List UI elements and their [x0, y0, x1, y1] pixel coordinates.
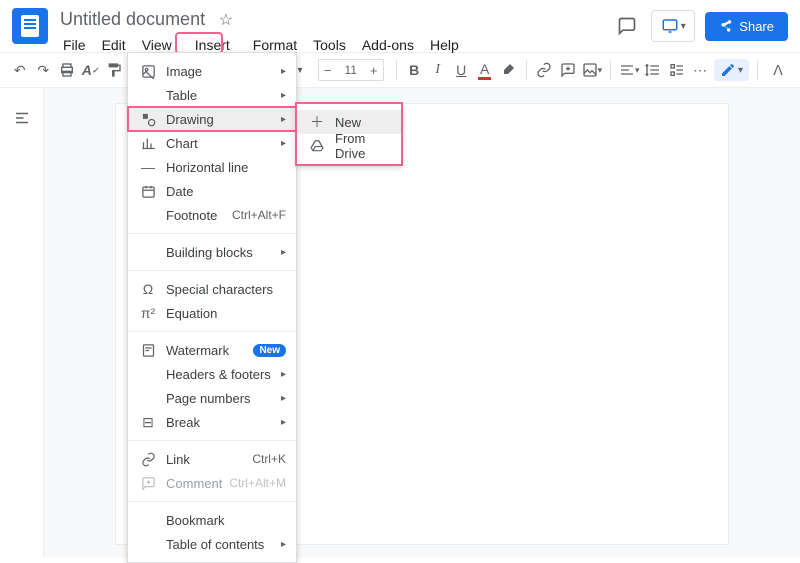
insert-menu: Image ▸ Table ▸ Drawing ▸ Chart ▸ — Hori… — [127, 52, 297, 563]
menu-item-horizontal-line[interactable]: — Horizontal line — [128, 155, 296, 179]
redo-button[interactable]: ↷ — [33, 58, 52, 82]
insert-comment-button[interactable] — [558, 58, 577, 82]
drive-icon — [307, 139, 327, 153]
insert-link-button[interactable] — [535, 58, 554, 82]
docs-logo-icon[interactable] — [12, 8, 48, 44]
separator — [610, 60, 611, 80]
submenu-arrow-icon: ▸ — [281, 539, 286, 550]
submenu-arrow-icon: ▸ — [281, 393, 286, 404]
menu-divider — [128, 440, 296, 441]
submenu-arrow-icon: ▸ — [281, 417, 286, 428]
submenu-item-from-drive[interactable]: From Drive — [297, 134, 401, 158]
menu-divider — [128, 501, 296, 502]
menu-item-table[interactable]: Table ▸ — [128, 83, 296, 107]
editing-mode-button[interactable]: ▾ — [714, 59, 749, 81]
bold-button[interactable]: B — [405, 58, 424, 82]
comment-history-icon[interactable] — [613, 12, 641, 40]
title-area: Untitled document ☆ File Edit View Inser… — [56, 8, 613, 55]
header-right: ▾ Share — [613, 8, 788, 44]
outline-icon[interactable] — [8, 104, 36, 132]
share-button[interactable]: Share — [705, 12, 788, 41]
menu-item-image[interactable]: Image ▸ — [128, 59, 296, 83]
text-color-button[interactable]: A — [475, 58, 494, 82]
drawing-submenu: ＋ New From Drive — [296, 103, 402, 165]
more-button[interactable]: ⋯ — [690, 58, 709, 82]
pi-icon: π² — [138, 305, 158, 321]
new-badge: New — [253, 344, 286, 357]
image-icon — [138, 64, 158, 79]
underline-button[interactable]: U — [451, 58, 470, 82]
checklist-button[interactable] — [667, 58, 686, 82]
menu-item-chart[interactable]: Chart ▸ — [128, 131, 296, 155]
plus-icon: ＋ — [307, 112, 327, 132]
menu-item-link[interactable]: Link Ctrl+K — [128, 447, 296, 471]
undo-button[interactable]: ↶ — [10, 58, 29, 82]
menu-file[interactable]: File — [56, 35, 93, 55]
submenu-arrow-icon: ▸ — [281, 66, 286, 77]
collapse-toolbar-icon[interactable]: ᐱ — [766, 58, 790, 82]
menu-tools[interactable]: Tools — [306, 35, 353, 55]
document-title[interactable]: Untitled document — [56, 8, 209, 31]
break-icon: ⊟ — [138, 414, 158, 431]
insert-image-button[interactable]: ▾ — [582, 58, 603, 82]
print-button[interactable] — [57, 58, 76, 82]
menu-divider — [128, 331, 296, 332]
menu-addons[interactable]: Add-ons — [355, 35, 421, 55]
italic-button[interactable]: I — [428, 58, 447, 82]
watermark-icon — [138, 343, 158, 358]
submenu-arrow-icon: ▸ — [281, 247, 286, 258]
line-spacing-button[interactable] — [643, 58, 662, 82]
paint-format-button[interactable] — [104, 58, 123, 82]
menu-item-break[interactable]: ⊟ Break ▸ — [128, 410, 296, 434]
font-size-increase[interactable]: + — [365, 63, 383, 78]
menu-item-page-numbers[interactable]: Page numbers ▸ — [128, 386, 296, 410]
submenu-arrow-icon: ▸ — [281, 369, 286, 380]
left-rail — [0, 88, 44, 557]
menu-item-equation[interactable]: π² Equation — [128, 301, 296, 325]
font-size-value[interactable]: 11 — [337, 63, 365, 77]
comment-icon — [138, 476, 158, 491]
horizontal-line-icon: — — [138, 159, 158, 175]
font-size-decrease[interactable]: − — [319, 63, 337, 78]
submenu-arrow-icon: ▸ — [281, 138, 286, 149]
menu-item-special-characters[interactable]: Ω Special characters — [128, 277, 296, 301]
menu-item-toc[interactable]: Table of contents ▸ — [128, 532, 296, 556]
submenu-arrow-icon: ▸ — [281, 114, 286, 125]
align-button[interactable]: ▾ — [619, 58, 640, 82]
link-icon — [138, 452, 158, 467]
toolbar: ↶ ↷ A✓ ▾ − 11 + B I U A ▾ ▾ ⋯ — [0, 52, 800, 88]
share-label: Share — [739, 19, 774, 34]
submenu-arrow-icon: ▸ — [281, 90, 286, 101]
highlight-color-button[interactable] — [498, 58, 517, 82]
menu-divider — [128, 233, 296, 234]
app-header: Untitled document ☆ File Edit View Inser… — [0, 0, 800, 52]
menu-item-headers-footers[interactable]: Headers & footers ▸ — [128, 362, 296, 386]
menu-item-watermark[interactable]: Watermark New — [128, 338, 296, 362]
spellcheck-button[interactable]: A✓ — [80, 58, 99, 82]
calendar-icon — [138, 184, 158, 199]
menu-item-bookmark[interactable]: Bookmark — [128, 508, 296, 532]
menu-item-building-blocks[interactable]: Building blocks ▸ — [128, 240, 296, 264]
font-size-control: − 11 + — [318, 59, 384, 81]
menu-divider — [128, 270, 296, 271]
menu-help[interactable]: Help — [423, 35, 466, 55]
separator — [526, 60, 527, 80]
menu-item-comment: Comment Ctrl+Alt+M — [128, 471, 296, 495]
menu-item-footnote[interactable]: Footnote Ctrl+Alt+F — [128, 203, 296, 227]
drawing-icon — [138, 112, 158, 127]
present-button[interactable]: ▾ — [651, 10, 695, 42]
separator — [757, 60, 758, 80]
star-icon[interactable]: ☆ — [219, 12, 233, 29]
menu-item-drawing[interactable]: Drawing ▸ — [128, 107, 296, 131]
menu-item-date[interactable]: Date — [128, 179, 296, 203]
separator — [396, 60, 397, 80]
chart-icon — [138, 136, 158, 151]
omega-icon: Ω — [138, 281, 158, 297]
